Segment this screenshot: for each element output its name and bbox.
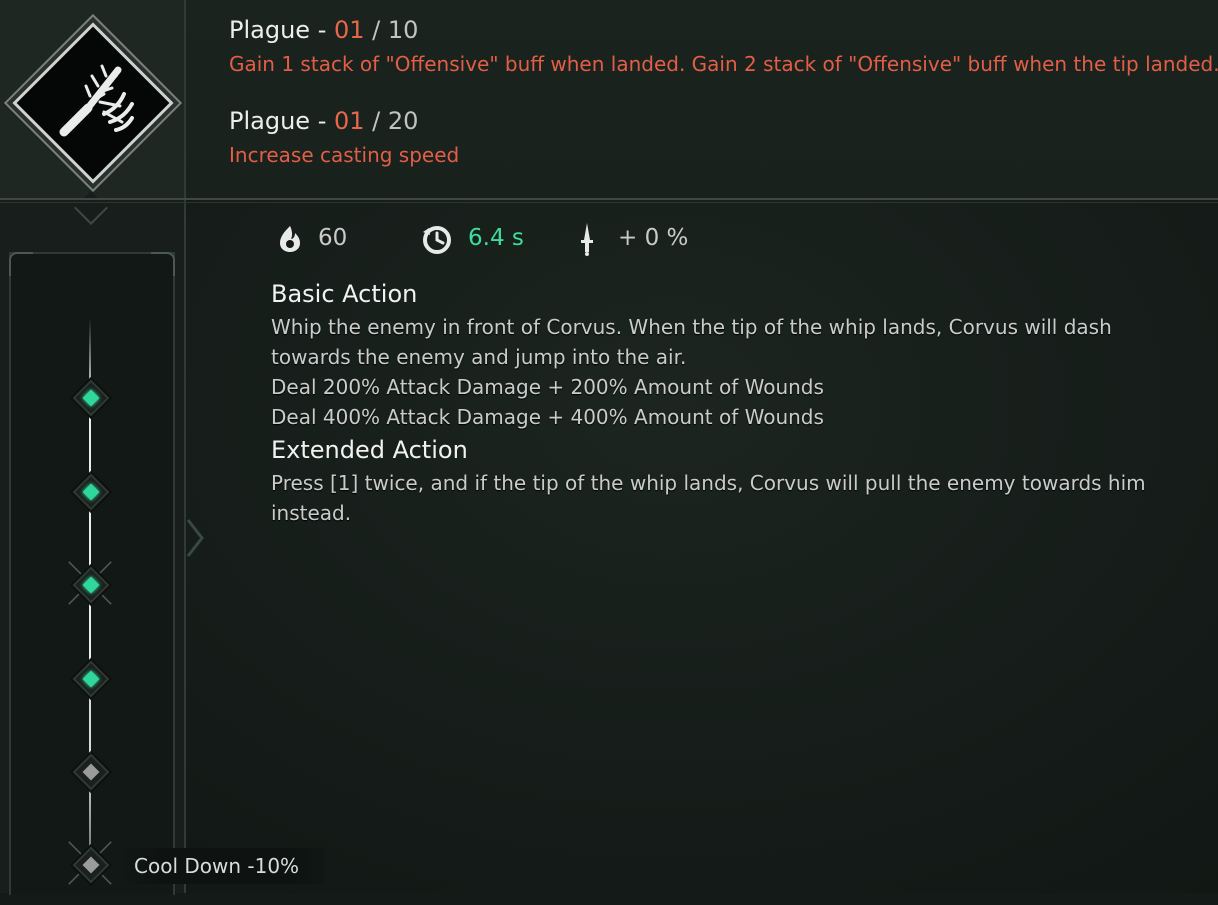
whip-skill-icon (59, 64, 134, 137)
basic-action-line: Deal 200% Attack Damage + 200% Amount of… (271, 375, 824, 399)
upgrade-1-title: Plague - 01 / 10 (229, 16, 418, 44)
gem-icon (82, 670, 100, 688)
upgrade-1-level: 01 (333, 16, 365, 44)
flame-icon (280, 226, 300, 252)
basic-action-line: towards the enemy and jump into the air. (271, 345, 687, 369)
tree-ornament-right (151, 252, 175, 276)
extended-action-title: Extended Action (271, 436, 468, 464)
upgrade-1-separator: - (310, 16, 334, 44)
dagger-icon (581, 223, 593, 256)
chevron-right-icon (186, 519, 204, 557)
stat-cost: 60 (276, 222, 366, 254)
cooldown-value: 6.4 s (468, 225, 524, 251)
tree-line-top (89, 318, 91, 388)
gem-icon (82, 763, 100, 781)
tree-line-active (89, 396, 91, 678)
upgrade-2-title: Plague - 01 / 20 (229, 107, 418, 135)
cost-value: 60 (318, 225, 348, 251)
basic-action-line: Deal 400% Attack Damage + 400% Amount of… (271, 405, 824, 429)
upgrade-2-name: Plague (229, 107, 311, 135)
upgrade-2-level: 01 (333, 107, 365, 135)
stat-cooldown: 6.4 s (421, 222, 531, 254)
clock-icon (423, 226, 451, 254)
tree-ornament-left (9, 252, 33, 276)
upgrade-2-max: / 20 (364, 107, 419, 135)
gem-icon (82, 856, 100, 874)
header-divider (0, 198, 1218, 200)
extended-action-line: instead. (271, 501, 352, 525)
header-divider-inner (0, 202, 1218, 203)
upgrade-2-description: Increase casting speed (229, 143, 460, 167)
cooldown-node-label: Cool Down -10% (118, 848, 324, 884)
gem-icon (82, 576, 100, 594)
basic-action-line: Whip the enemy in front of Corvus. When … (271, 315, 1112, 339)
extended-action-line: Press [1] twice, and if the tip of the w… (271, 471, 1146, 495)
upgrade-1-max: / 10 (364, 16, 419, 44)
gem-icon (82, 389, 100, 407)
basic-action-title: Basic Action (271, 280, 418, 308)
upgrade-2-separator: - (310, 107, 334, 135)
damage-bonus-value: + 0 % (618, 225, 689, 251)
gem-icon (82, 483, 100, 501)
upgrade-1-description: Gain 1 stack of "Offensive" buff when la… (229, 52, 1218, 76)
stat-damage-bonus: + 0 % (578, 222, 698, 256)
upgrade-1-name: Plague (229, 16, 311, 44)
